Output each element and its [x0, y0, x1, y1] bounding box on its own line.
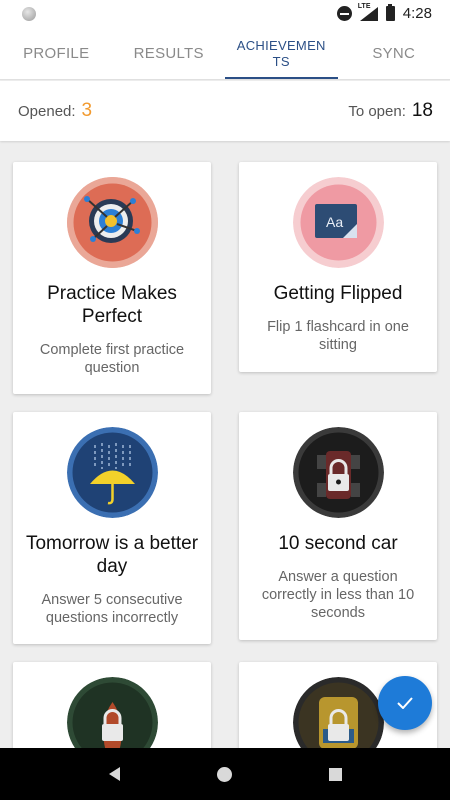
- recent-apps-icon[interactable]: [328, 767, 342, 781]
- achievement-title: Tomorrow is a better day: [25, 533, 199, 577]
- achievement-card[interactable]: Tomorrow is a better day Answer 5 consec…: [13, 412, 211, 644]
- back-icon[interactable]: [108, 767, 120, 781]
- achievement-counter: Opened: 3 To open: 18: [0, 81, 450, 141]
- achievement-card[interactable]: Practice Makes Perfect Complete first pr…: [13, 162, 211, 394]
- system-navigation-bar: [0, 748, 450, 800]
- tab-profile[interactable]: PROFILE: [0, 28, 113, 79]
- achievement-desc: Complete first practice question: [39, 342, 185, 376]
- home-icon[interactable]: [216, 766, 232, 782]
- check-icon: [397, 697, 413, 709]
- opened-value: 3: [81, 100, 93, 121]
- signal-icon: LTE: [358, 3, 378, 21]
- achievement-card[interactable]: 10 second car Answer a question correctl…: [239, 412, 437, 640]
- status-icons: LTE 4:28: [336, 3, 432, 22]
- to-open-value: 18: [411, 100, 433, 121]
- notification-icon: [22, 7, 36, 21]
- achievement-card[interactable]: Aa Getting Flipped Flip 1 flashcard in o…: [239, 162, 437, 372]
- flashcard-icon: Aa: [292, 177, 384, 268]
- status-bar: LTE 4:28: [0, 0, 450, 28]
- achievement-desc: Flip 1 flashcard in one sitting: [267, 319, 409, 353]
- achievement-desc: Answer a question correctly in less than…: [261, 569, 415, 621]
- do-not-disturb-icon: [336, 6, 352, 21]
- tab-sync[interactable]: SYNC: [338, 28, 450, 79]
- achievement-title: Practice Makes Perfect: [47, 283, 177, 327]
- opened-label: Opened:: [18, 103, 76, 120]
- clock: 4:28: [402, 5, 432, 22]
- to-open-label: To open:: [348, 103, 406, 120]
- achievement-title: Getting Flipped: [273, 283, 403, 304]
- svg-text:Aa: Aa: [326, 214, 343, 230]
- tab-bar: PROFILE RESULTS ACHIEVEMEN TS SYNC: [0, 28, 450, 80]
- target-icon: [66, 177, 158, 268]
- opened-counter: Opened: 3: [18, 100, 92, 122]
- achievement-title: 10 second car: [278, 533, 398, 554]
- tab-achievements-label: ACHIEVEMEN TS: [236, 37, 326, 69]
- achievement-desc: Answer 5 consecutive questions incorrect…: [41, 592, 183, 626]
- check-fab-button[interactable]: [378, 676, 432, 730]
- tab-results[interactable]: RESULTS: [113, 28, 226, 79]
- battery-icon: [385, 4, 395, 21]
- umbrella-icon: [66, 427, 158, 518]
- to-open-counter: To open: 18: [348, 100, 433, 122]
- tab-achievements[interactable]: ACHIEVEMEN TS: [225, 28, 338, 79]
- race-car-icon: [292, 427, 384, 518]
